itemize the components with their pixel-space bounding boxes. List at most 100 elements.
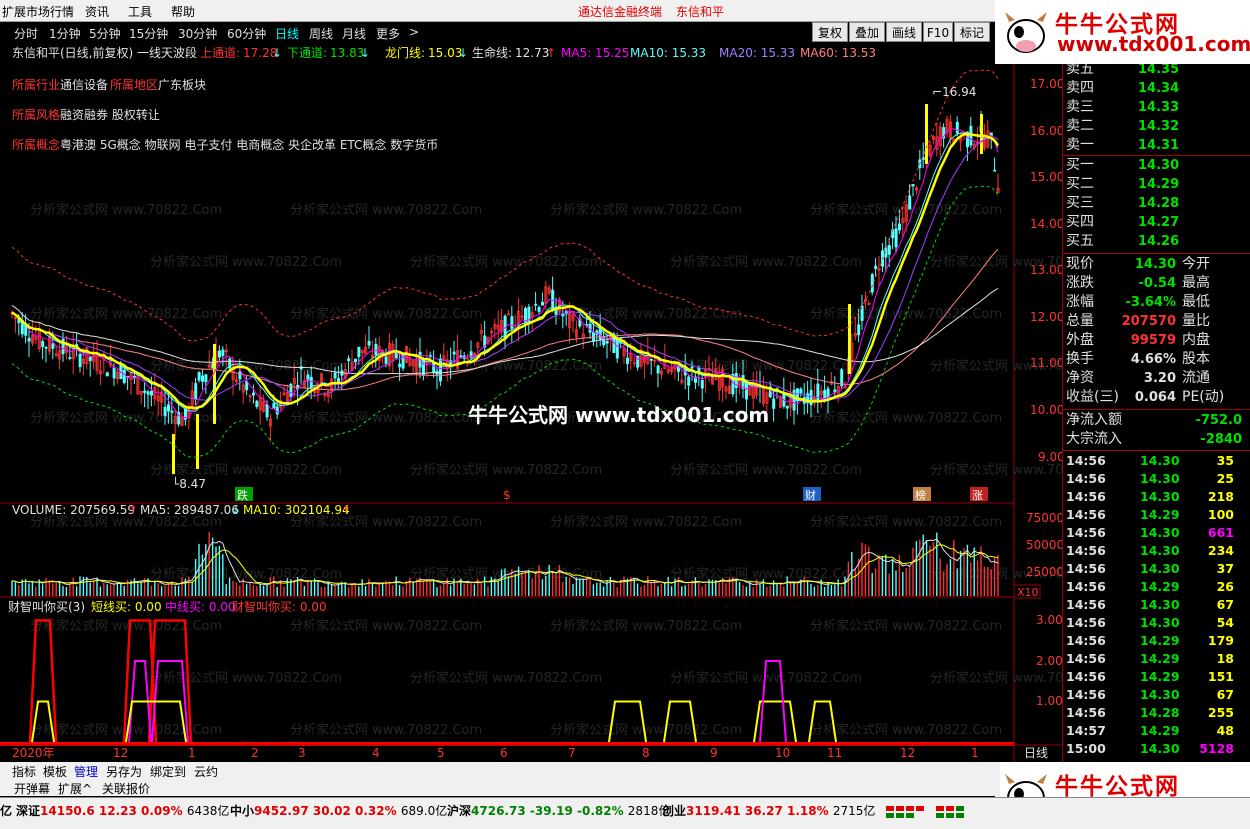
period-5min[interactable]: 5分钟: [89, 25, 121, 42]
dragon-line-label: 龙门线:: [385, 45, 425, 60]
faint-watermark-text: 分析家公式网 www.70822.Com: [30, 410, 222, 426]
tab-danmaku[interactable]: 开弹幕: [14, 780, 50, 797]
price-tick: 17.00: [1030, 77, 1062, 91]
menu-item-tools[interactable]: 工具: [128, 3, 152, 20]
signal-bar: [980, 114, 983, 154]
tick-row: 14:56 14.30 54: [1066, 615, 1234, 630]
volume-axis: 75000 50000 25000: [1026, 511, 1062, 579]
price-tick: 11.00: [1030, 356, 1062, 370]
ask-row[interactable]: 卖三 14.33: [1066, 98, 1248, 117]
signal-bar: [925, 104, 928, 164]
tab-manage[interactable]: 管理: [74, 763, 98, 780]
price-tick: 16.00: [1030, 124, 1062, 138]
index-chuangye[interactable]: 创业3119.41 36.27 1.18% 2715亿: [662, 802, 875, 819]
time-label: 2: [251, 746, 259, 760]
period-15min[interactable]: 15分钟: [129, 25, 168, 42]
index-hushen[interactable]: 沪深4726.73 -39.19 -0.82% 2818亿: [447, 802, 670, 819]
tab-related-quotes[interactable]: 关联报价: [102, 780, 150, 797]
short-buy-value: 短线买: 0.00: [91, 600, 162, 614]
zhang-marker[interactable]: 涨: [972, 489, 983, 502]
life-line-value: 12.73: [515, 46, 549, 60]
volume-layer: [11, 532, 999, 596]
faint-watermark-text: 分析家公式网 www.70822.Com: [550, 722, 742, 738]
period-monthly[interactable]: 月线: [342, 25, 366, 42]
volume-tick: 50000: [1026, 538, 1062, 552]
faint-watermark-text: 分析家公式网 www.70822.Com: [930, 670, 1062, 686]
flow-row: 净流入额 -752.0: [1066, 412, 1242, 428]
index-shenzheng[interactable]: 深证14150.6 12.23 0.09% 6438亿: [16, 802, 229, 819]
candle-body: [204, 374, 208, 383]
site-logo-url: www.tdx001.com: [1057, 32, 1250, 56]
index-zhongxiao[interactable]: 中小9452.97 30.02 0.32% 689.0亿: [230, 802, 447, 819]
faint-watermark-text: 分析家公式网 www.70822.Com: [670, 462, 862, 478]
candle-body: [874, 265, 878, 269]
period-60min[interactable]: 60分钟: [227, 25, 266, 42]
die-marker[interactable]: 跌: [237, 488, 248, 502]
f10-button[interactable]: F10: [923, 22, 953, 42]
tick-row: 14:56 14.30 67: [1066, 597, 1234, 612]
time-label: 10: [775, 746, 790, 760]
bid-row[interactable]: 买三 14.28: [1066, 194, 1248, 213]
faint-watermark-text: 分析家公式网 www.70822.Com: [30, 306, 222, 322]
ask-row[interactable]: 卖二 14.32: [1066, 117, 1248, 136]
ask-row[interactable]: 卖一 14.31: [1066, 136, 1248, 155]
faint-watermark-text: 分析家公式网 www.70822.Com: [290, 306, 482, 322]
signal-bar: [196, 414, 199, 469]
faint-watermark-text: 分析家公式网 www.70822.Com: [810, 618, 1002, 634]
candle-body: [656, 365, 660, 374]
buy-signal-value: 财智叫你买: 0.00: [232, 599, 327, 614]
period-1min[interactable]: 1分钟: [49, 25, 81, 42]
overlay-button[interactable]: 叠加: [849, 22, 885, 42]
candle-body: [163, 406, 167, 417]
period-daily[interactable]: 日线: [275, 25, 299, 42]
time-axis: 2020年 12 1 2 3 4 5 6 7 8 9 10 11 12 1: [12, 746, 979, 760]
tab-template[interactable]: 模板: [43, 763, 67, 780]
stats-flow-divider: [1063, 409, 1250, 410]
candle-body: [687, 376, 691, 386]
candle-body: [541, 301, 545, 306]
mark-button[interactable]: 标记: [954, 22, 990, 42]
period-minute-chart[interactable]: 分时: [14, 25, 38, 42]
tab-indicator[interactable]: 指标: [12, 763, 36, 780]
tab-save-as[interactable]: 另存为: [106, 763, 142, 780]
promo-link[interactable]: 通达信金融终端: [578, 3, 662, 20]
bid-row[interactable]: 买五 14.26: [1066, 232, 1248, 251]
candle-body: [68, 357, 72, 359]
period-more[interactable]: 更多: [376, 25, 400, 42]
menu-item-extended-market[interactable]: 扩展市场行情: [2, 3, 74, 20]
faint-watermark-text: 分析家公式网 www.70822.Com: [550, 514, 742, 530]
candle-body: [166, 404, 170, 412]
signal-bar: [172, 434, 175, 474]
faint-watermark-text: 分析家公式网 www.70822.Com: [290, 202, 482, 218]
candle-body: [398, 363, 402, 368]
draw-line-button[interactable]: 画线: [886, 22, 922, 42]
tick-row: 14:56 14.29 100: [1066, 507, 1234, 522]
tick-row: 14:56 14.29 179: [1066, 633, 1234, 648]
period-30min[interactable]: 30分钟: [178, 25, 217, 42]
kline-chart[interactable]: 东信和平(日线,前复权) 一线天波段 上通道: 17.28 ↓ 下通道: 13.…: [0, 44, 1062, 762]
cai-marker[interactable]: 财: [805, 488, 816, 502]
menu-item-help[interactable]: 帮助: [171, 3, 195, 20]
candle-body: [122, 369, 126, 384]
stat-row: 外盘 99579 内盘: [1066, 332, 1210, 348]
candle-body: [799, 388, 803, 394]
menu-item-news[interactable]: 资讯: [85, 3, 109, 20]
extension-tab-bar: 开弹幕 扩展^ 关联报价: [0, 779, 1000, 796]
stat-row: 收益(三) 0.064 PE(动): [1066, 389, 1225, 405]
tab-cloud[interactable]: 云约: [194, 763, 218, 780]
indicator-name[interactable]: 财智叫你买(3): [8, 599, 85, 614]
bid-row[interactable]: 买一 14.30: [1066, 156, 1248, 175]
time-label: 1: [188, 746, 196, 760]
bid-row[interactable]: 买四 14.27: [1066, 213, 1248, 232]
dollar-marker[interactable]: $: [503, 488, 511, 502]
tab-bind-to[interactable]: 绑定到: [150, 763, 186, 780]
period-weekly[interactable]: 周线: [309, 25, 333, 42]
ask-row[interactable]: 卖四 14.34: [1066, 79, 1248, 98]
candle-body: [275, 406, 279, 415]
bang-marker[interactable]: 榜: [915, 488, 926, 502]
bid-row[interactable]: 买二 14.29: [1066, 175, 1248, 194]
restore-rights-button[interactable]: 复权: [812, 22, 848, 42]
period-next-arrow[interactable]: >: [409, 25, 419, 39]
tab-extend[interactable]: 扩展^: [58, 780, 92, 797]
candle-body: [887, 245, 891, 255]
